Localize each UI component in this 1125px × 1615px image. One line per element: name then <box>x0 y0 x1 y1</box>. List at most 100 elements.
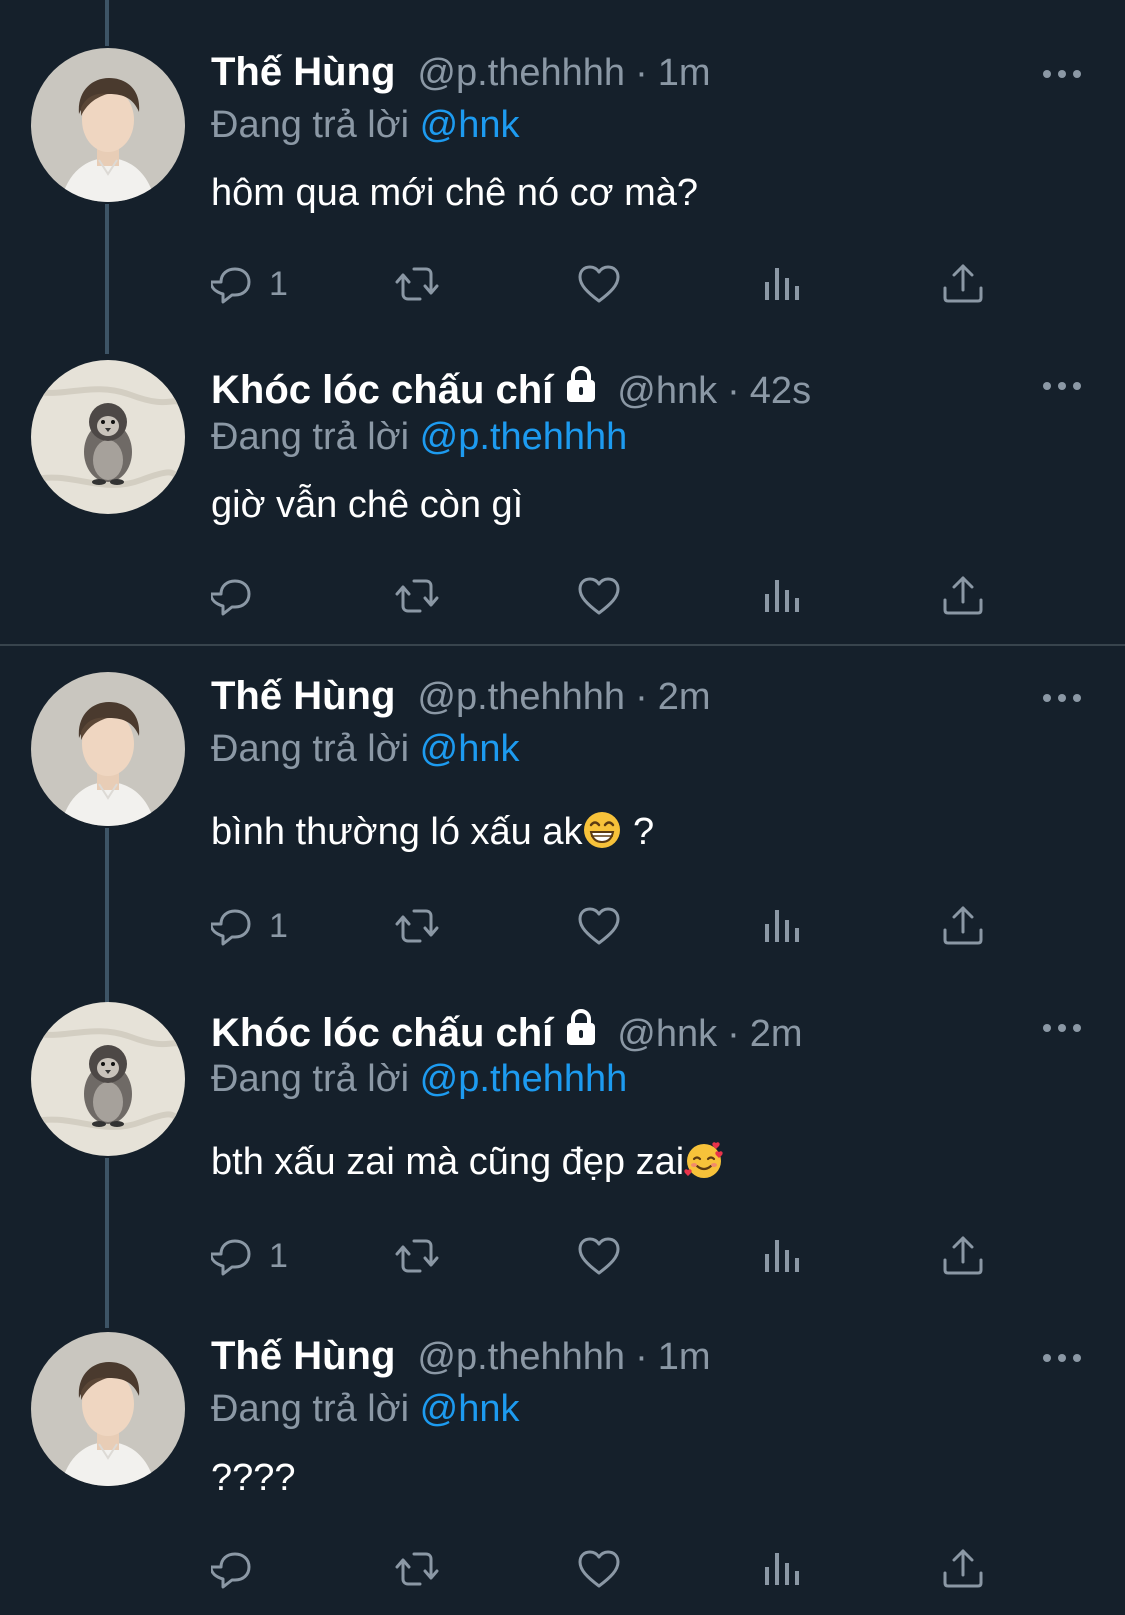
reply-count: 1 <box>269 906 288 945</box>
share-button[interactable] <box>939 901 987 951</box>
thread-line <box>105 204 109 354</box>
separator-dot: · <box>635 676 648 718</box>
lock-icon <box>565 1009 598 1046</box>
like-button[interactable] <box>575 571 623 621</box>
action-bar <box>211 571 1031 621</box>
author-name[interactable]: Khóc lóc chấu chí <box>211 1011 553 1056</box>
share-icon <box>943 264 983 303</box>
avatar[interactable] <box>31 360 185 514</box>
retweet-button[interactable] <box>393 1544 441 1594</box>
author-handle[interactable]: @p.thehhhh <box>417 676 625 719</box>
tweet-text: bth xấu zai mà cũng đẹp zai <box>211 1140 724 1184</box>
share-button[interactable] <box>939 259 987 309</box>
tweet-header: Khóc lóc chấu chí @hnk · 42s <box>211 363 811 413</box>
author-handle[interactable]: @p.thehhhh <box>417 52 625 95</box>
like-button[interactable] <box>575 259 623 309</box>
views-button[interactable] <box>757 901 805 951</box>
replying-to: Đang trả lời @p.thehhhh <box>211 1058 627 1101</box>
timestamp[interactable]: 2m <box>750 1013 803 1056</box>
mention-link[interactable]: @hnk <box>420 1388 520 1430</box>
share-button[interactable] <box>939 571 987 621</box>
avatar[interactable] <box>31 672 185 826</box>
mention-link[interactable]: @hnk <box>420 728 520 770</box>
replying-to-label: Đang trả lời <box>211 728 410 770</box>
timestamp[interactable]: 1m <box>658 1336 711 1379</box>
share-icon <box>943 906 983 945</box>
tweet-text: bình thường ló xấu ak ? <box>211 810 654 854</box>
lock-icon <box>565 366 598 403</box>
avatar[interactable] <box>31 48 185 202</box>
separator-dot: · <box>727 370 740 412</box>
grinning-face-emoji-icon <box>584 812 621 848</box>
thread-line <box>105 0 109 46</box>
more-icon[interactable] <box>1042 1022 1082 1034</box>
more-icon[interactable] <box>1042 68 1082 80</box>
views-button[interactable] <box>757 1544 805 1594</box>
mention-link[interactable]: @p.thehhhh <box>420 416 628 458</box>
author-handle[interactable]: @hnk <box>617 370 717 413</box>
author-name[interactable]: Thế Hùng <box>211 674 395 719</box>
action-bar: 1 <box>211 259 1031 309</box>
author-handle[interactable]: @hnk <box>617 1013 717 1056</box>
replying-to: Đang trả lời @hnk <box>211 1388 520 1431</box>
like-button[interactable] <box>575 1231 623 1281</box>
reply-icon <box>211 1552 251 1589</box>
views-icon <box>765 1240 799 1272</box>
mention-link[interactable]: @p.thehhhh <box>420 1058 628 1100</box>
timestamp[interactable]: 2m <box>658 676 711 719</box>
tweet-text: giờ vẫn chê còn gì <box>211 484 524 526</box>
share-icon <box>943 1549 983 1588</box>
retweet-button[interactable] <box>393 1231 441 1281</box>
reply-button[interactable] <box>211 571 269 621</box>
more-icon[interactable] <box>1042 380 1082 392</box>
action-bar <box>211 1544 1031 1594</box>
smiling-face-with-hearts-emoji-icon <box>684 1142 723 1178</box>
thread-line <box>105 1158 109 1328</box>
tweet-text: ???? <box>211 1457 296 1499</box>
views-button[interactable] <box>757 259 805 309</box>
like-button[interactable] <box>575 1544 623 1594</box>
tweet-header: Thế Hùng @p.thehhhh · 1m <box>211 50 711 100</box>
reply-button[interactable]: 1 <box>211 259 288 309</box>
tweet-header: Thế Hùng @p.thehhhh · 2m <box>211 674 711 724</box>
mention-link[interactable]: @hnk <box>420 104 520 146</box>
reply-button[interactable]: 1 <box>211 901 288 951</box>
tweet-header: Thế Hùng @p.thehhhh · 1m <box>211 1334 711 1384</box>
replying-to: Đang trả lời @hnk <box>211 728 520 771</box>
like-button[interactable] <box>575 901 623 951</box>
conversation-divider <box>0 644 1125 646</box>
reply-icon <box>211 267 251 304</box>
avatar[interactable] <box>31 1332 185 1486</box>
avatar[interactable] <box>31 1002 185 1156</box>
views-button[interactable] <box>757 571 805 621</box>
more-icon[interactable] <box>1042 692 1082 704</box>
author-name[interactable]: Khóc lóc chấu chí <box>211 368 553 413</box>
reply-button[interactable]: 1 <box>211 1231 288 1281</box>
retweet-button[interactable] <box>393 571 441 621</box>
share-button[interactable] <box>939 1231 987 1281</box>
separator-dot: · <box>635 52 648 94</box>
thread-line <box>105 828 109 1003</box>
author-handle[interactable]: @p.thehhhh <box>417 1336 625 1379</box>
reply-icon <box>211 1239 251 1276</box>
author-name[interactable]: Thế Hùng <box>211 1334 395 1379</box>
author-name[interactable]: Thế Hùng <box>211 50 395 95</box>
reply-button[interactable] <box>211 1544 269 1594</box>
share-icon <box>943 576 983 615</box>
more-icon[interactable] <box>1042 1352 1082 1364</box>
separator-dot: · <box>635 1336 648 1378</box>
heart-icon <box>578 265 620 303</box>
retweet-button[interactable] <box>393 901 441 951</box>
share-button[interactable] <box>939 1544 987 1594</box>
tweet-text: hôm qua mới chê nó cơ mà? <box>211 172 699 214</box>
action-bar: 1 <box>211 1231 1031 1281</box>
timestamp[interactable]: 42s <box>750 370 811 413</box>
retweet-button[interactable] <box>393 259 441 309</box>
timestamp[interactable]: 1m <box>658 52 711 95</box>
replying-to: Đang trả lời @hnk <box>211 104 520 147</box>
reply-count: 1 <box>269 1236 288 1275</box>
action-bar: 1 <box>211 901 1031 951</box>
views-button[interactable] <box>757 1231 805 1281</box>
separator-dot: · <box>727 1013 740 1055</box>
replying-to: Đang trả lời @p.thehhhh <box>211 416 627 459</box>
